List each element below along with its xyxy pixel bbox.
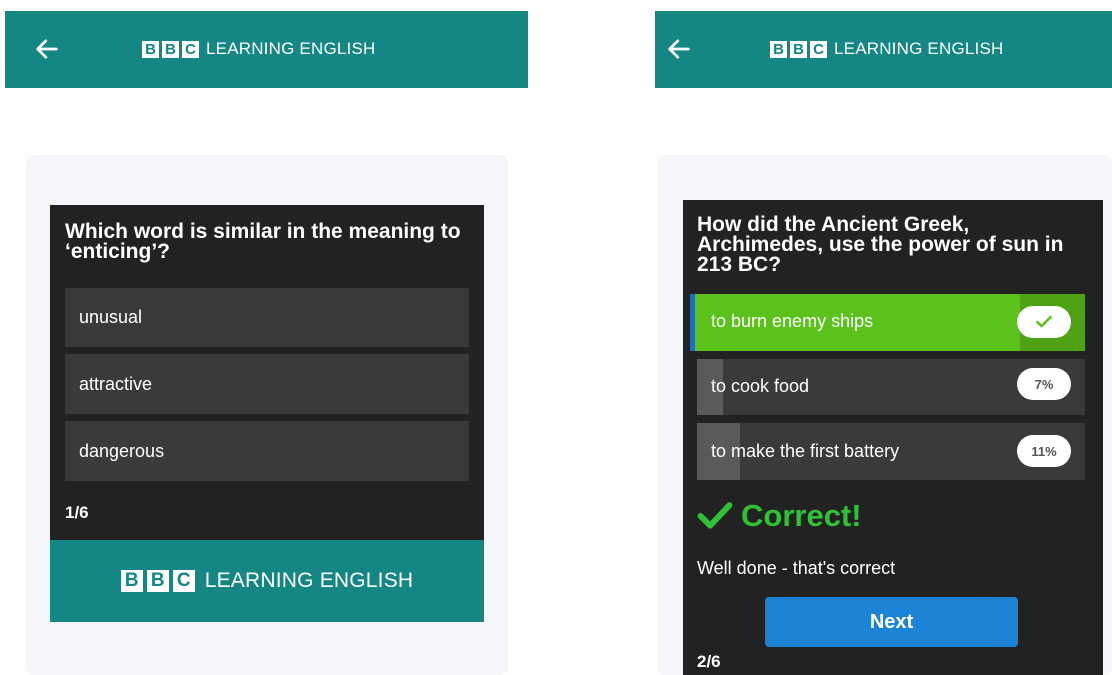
result-title: Correct! [741, 498, 862, 533]
answer-label: to make the first battery [711, 441, 900, 461]
question-text: How did the Ancient Greek, Archimedes, u… [697, 213, 1064, 276]
bbc-letter: B [142, 40, 159, 58]
answer-option[interactable]: to make the first battery 11% [697, 423, 1085, 480]
brand-title: LEARNING ENGLISH [834, 39, 1004, 58]
footer-brand: B B C LEARNING ENGLISH [50, 540, 484, 622]
bbc-letter: C [172, 570, 195, 592]
answer-label: to cook food [711, 376, 810, 396]
answer-label: to burn enemy ships [711, 311, 874, 331]
quiz-panel: Which word is similar in the meaning to … [50, 205, 484, 540]
top-header: B B C LEARNING ENGLISH [655, 11, 1112, 88]
bbc-letter: B [790, 40, 807, 58]
percent-badge: 11% [1017, 435, 1071, 467]
brand-title: LEARNING ENGLISH [206, 39, 376, 58]
question-counter: 1/6 [65, 503, 89, 522]
check-icon [697, 502, 733, 529]
quiz-panel: How did the Ancient Greek, Archimedes, u… [683, 200, 1103, 675]
brand-logo: B B C LEARNING ENGLISH [142, 39, 375, 59]
answer-option[interactable]: unusual [65, 288, 469, 347]
brand-logo: B B C LEARNING ENGLISH [770, 39, 1003, 59]
question-text: Which word is similar in the meaning to … [65, 220, 461, 263]
bbc-letter: C [810, 40, 827, 58]
bbc-letter: B [162, 40, 179, 58]
result-heading: Correct! [697, 498, 862, 534]
answer-option[interactable]: attractive [65, 354, 469, 414]
answer-correct[interactable]: to burn enemy ships [690, 294, 1085, 351]
back-arrow-icon[interactable] [665, 35, 693, 63]
answer-option[interactable]: dangerous [65, 421, 469, 481]
bbc-letter: B [146, 570, 169, 592]
bbc-letter: B [770, 40, 787, 58]
percent-badge: 7% [1017, 368, 1071, 400]
bbc-letter: B [120, 570, 143, 592]
question-counter: 2/6 [697, 652, 721, 671]
next-button[interactable]: Next [765, 597, 1018, 647]
answer-option[interactable]: to cook food 7% [697, 359, 1085, 415]
feedback-text: Well done - that's correct [697, 558, 896, 578]
bbc-letter: C [182, 40, 199, 58]
brand-title: LEARNING ENGLISH [204, 569, 414, 592]
back-arrow-icon[interactable] [33, 35, 61, 63]
check-icon [1036, 315, 1052, 328]
top-header: B B C LEARNING ENGLISH [5, 11, 528, 88]
check-badge [1017, 306, 1071, 338]
